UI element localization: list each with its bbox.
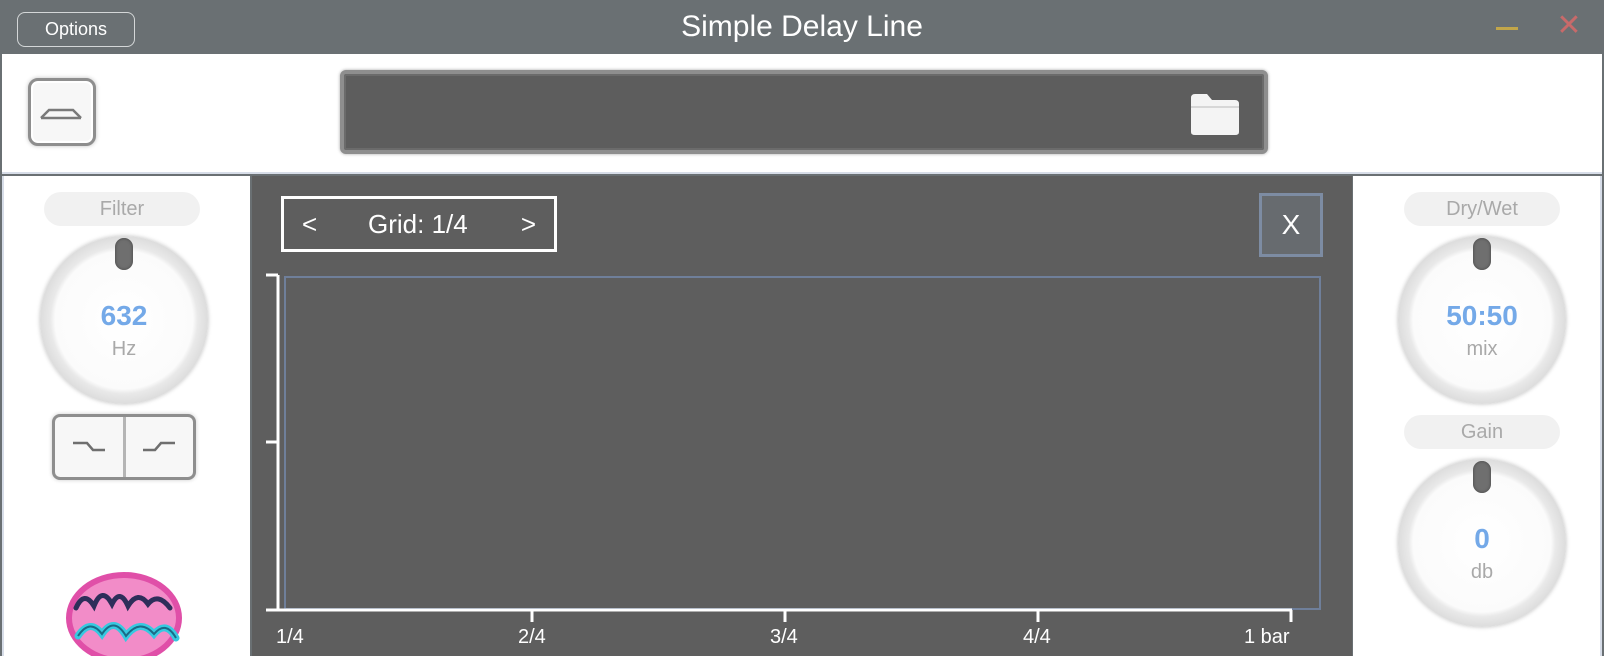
bypass-toggle-button[interactable] xyxy=(28,78,96,146)
x-tick-label: 3/4 xyxy=(770,626,798,648)
folder-icon[interactable] xyxy=(1188,90,1242,138)
gain-value: 0 xyxy=(1474,523,1490,554)
close-window-icon[interactable]: ✕ xyxy=(1556,11,1582,41)
delay-grid-editor: < Grid: 1/4 > X 1/4 2/4 3/4 4/4 1 bar xyxy=(252,176,1352,656)
lowpass-icon xyxy=(72,441,105,452)
gain-label: Gain xyxy=(1404,415,1560,449)
filter-knob[interactable]: 632 Hz xyxy=(40,236,208,404)
plot-axes xyxy=(266,273,1293,622)
drywet-label: Dry/Wet xyxy=(1404,192,1560,226)
right-panel: Dry/Wet 50:50 mix Gain 0 db xyxy=(1353,176,1602,656)
trapezoid-filter-icon xyxy=(40,108,82,120)
options-button[interactable]: Options xyxy=(17,12,135,47)
brand-logo xyxy=(62,568,194,656)
knob-pointer xyxy=(1473,461,1491,493)
x-tick-label: 1/4 xyxy=(276,626,304,648)
highpass-button[interactable] xyxy=(126,417,194,477)
drywet-knob[interactable]: 50:50 mix xyxy=(1398,236,1566,404)
knob-pointer xyxy=(115,238,133,270)
left-panel: Filter 632 Hz xyxy=(2,176,250,656)
x-tick-label: 4/4 xyxy=(1023,626,1051,648)
filter-unit: Hz xyxy=(111,338,137,360)
window-title: Simple Delay Line xyxy=(681,10,923,43)
file-path-display[interactable] xyxy=(340,70,1268,154)
knob-pointer xyxy=(1473,238,1491,270)
filter-value: 632 xyxy=(100,300,148,331)
app-window: Simple Delay Line Options ✕ Filter 632 H… xyxy=(0,0,1604,656)
x-tick-label: 2/4 xyxy=(518,626,546,648)
gain-knob[interactable]: 0 db xyxy=(1398,459,1566,627)
minimize-icon[interactable] xyxy=(1496,14,1520,40)
drywet-value: 50:50 xyxy=(1446,300,1518,331)
title-bar: Simple Delay Line Options ✕ xyxy=(0,0,1604,54)
lowpass-button[interactable] xyxy=(55,417,126,477)
gain-unit: db xyxy=(1470,561,1494,583)
filter-label: Filter xyxy=(44,192,200,226)
x-tick-label: 1 bar xyxy=(1244,626,1290,648)
highpass-icon xyxy=(143,441,176,452)
top-toolbar xyxy=(2,54,1602,174)
filter-type-switch[interactable] xyxy=(52,414,196,480)
drywet-unit: mix xyxy=(1466,338,1498,360)
